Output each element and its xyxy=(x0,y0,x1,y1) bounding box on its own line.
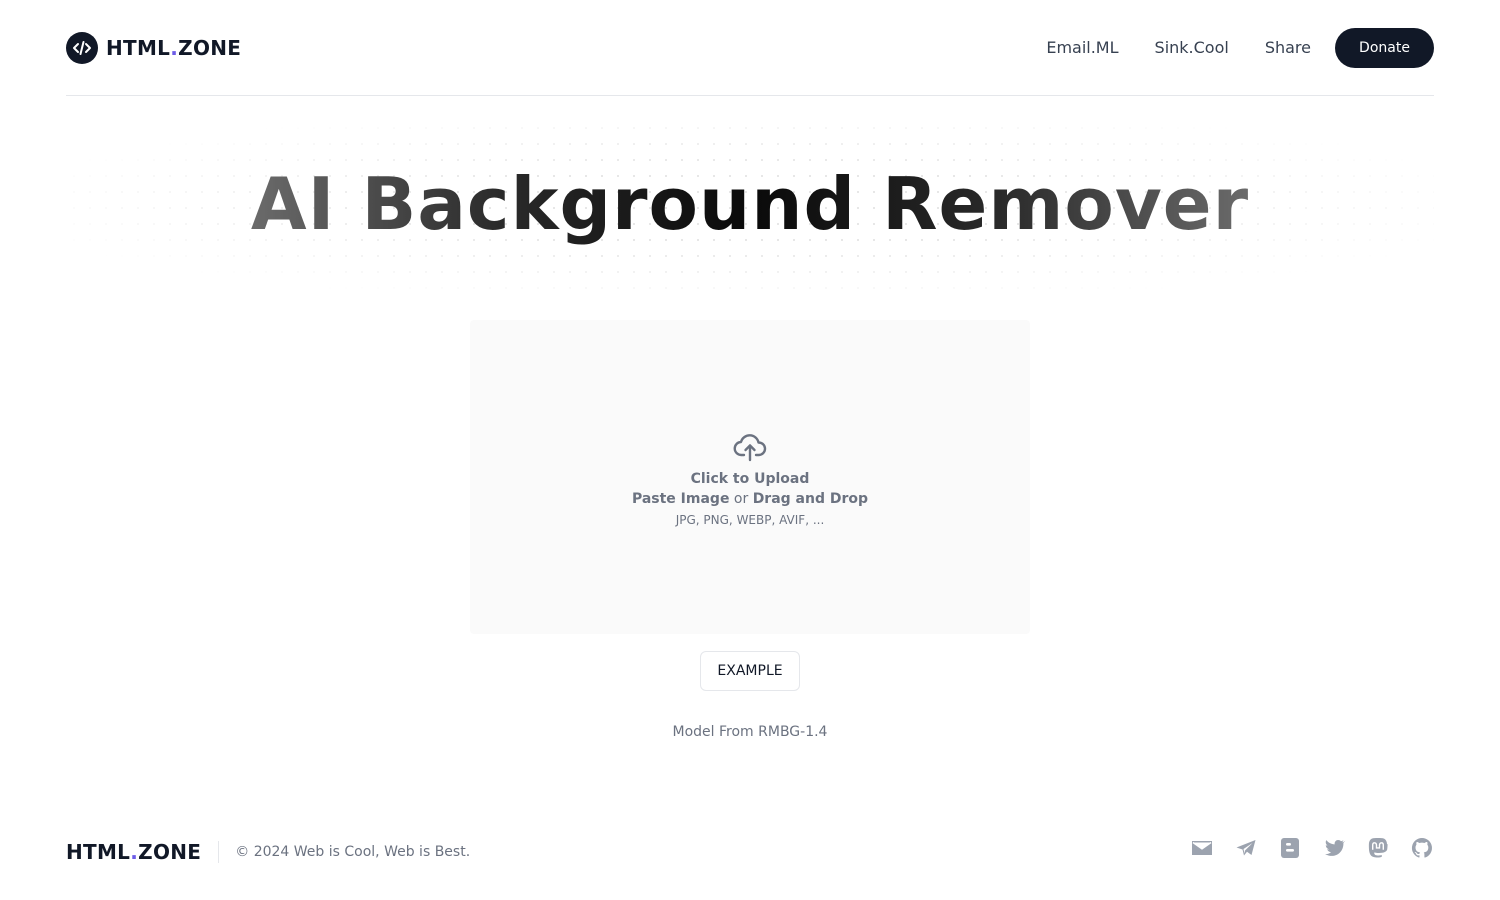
nav-link-sink-cool[interactable]: Sink.Cool xyxy=(1155,38,1229,57)
supported-formats-text: JPG, PNG, WEBP, AVIF, ... xyxy=(675,512,825,527)
brand-logo-link[interactable]: HTML.ZONE xyxy=(66,31,242,64)
mastodon-icon xyxy=(1368,838,1388,858)
site-header: HTML.ZONE Email.ML Sink.Cool Share Donat… xyxy=(66,0,1434,96)
footer-divider xyxy=(218,841,220,863)
nav-link-email-ml[interactable]: Email.ML xyxy=(1046,38,1118,57)
footer-brand[interactable]: HTML.ZONE xyxy=(66,840,201,864)
paste-or-drag-text: Paste Image or Drag and Drop xyxy=(631,490,869,507)
donate-button[interactable]: Donate xyxy=(1335,27,1434,68)
mail-icon xyxy=(1192,841,1212,855)
site-footer: HTML.ZONE © 2024 Web is Cool, Web is Bes… xyxy=(66,830,1434,874)
click-to-upload-text: Click to Upload xyxy=(690,470,810,487)
telegram-link[interactable] xyxy=(1234,836,1258,860)
copyright-text: © 2024 Web is Cool, Web is Best. xyxy=(235,844,471,860)
mail-link[interactable] xyxy=(1190,836,1214,860)
page-title: AI Background Remover xyxy=(250,162,1250,246)
brand-name: HTML.ZONE xyxy=(106,35,242,60)
mastodon-link[interactable] xyxy=(1366,836,1390,860)
example-button[interactable]: EXAMPLE xyxy=(700,651,800,691)
github-icon xyxy=(1411,837,1432,858)
telegram-icon xyxy=(1236,840,1256,856)
github-link[interactable] xyxy=(1410,836,1434,860)
nav-link-share[interactable]: Share xyxy=(1265,38,1311,57)
footer-left: HTML.ZONE © 2024 Web is Cool, Web is Bes… xyxy=(66,840,470,864)
twitter-icon xyxy=(1325,840,1346,856)
twitter-link[interactable] xyxy=(1322,836,1346,860)
main-nav: Email.ML Sink.Cool Share Donate xyxy=(1046,27,1434,68)
blogger-icon xyxy=(1281,838,1299,858)
blogger-link[interactable] xyxy=(1278,836,1302,860)
cloud-upload-icon xyxy=(733,433,767,461)
model-source-note: Model From RMBG-1.4 xyxy=(672,724,828,740)
upload-dropzone[interactable]: Click to Upload Paste Image or Drag and … xyxy=(470,320,1030,634)
code-icon xyxy=(66,31,98,64)
social-links xyxy=(1190,836,1434,860)
